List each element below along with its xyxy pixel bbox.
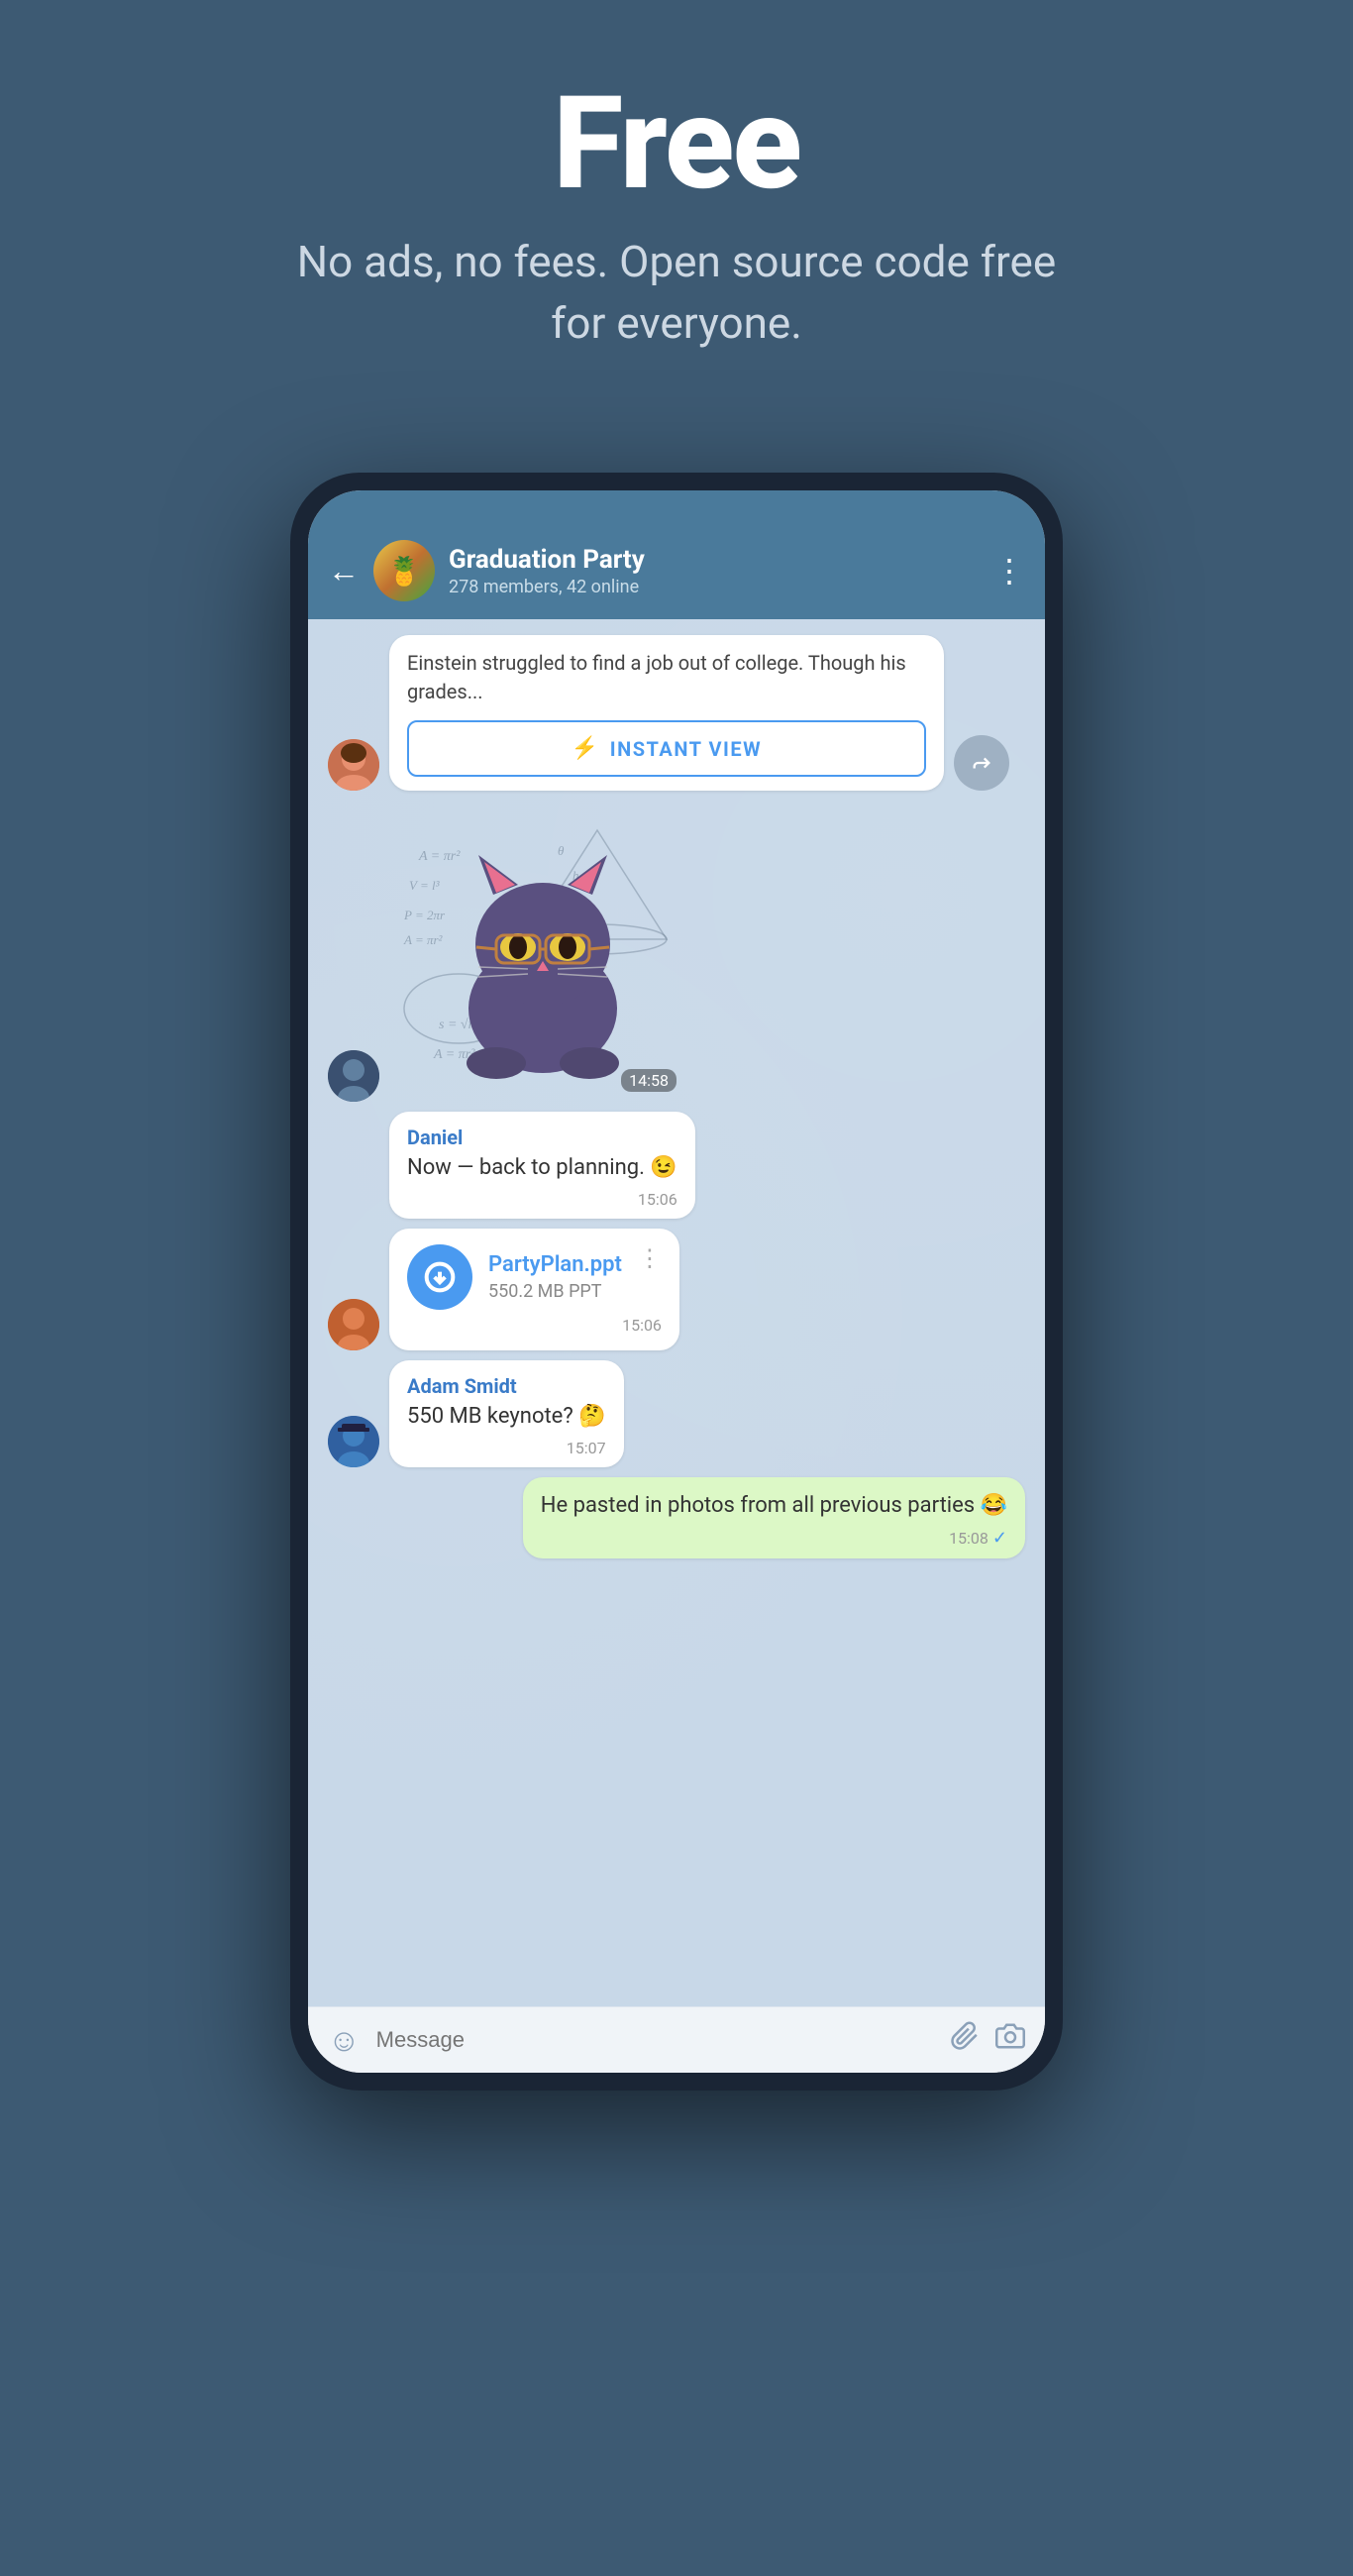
message-bubble: Daniel Now — back to planning. 😉 15:06 [389, 1112, 695, 1219]
file-size: 550.2 MB PPT [488, 1281, 622, 1302]
file-time: 15:06 [407, 1316, 662, 1335]
phone-screen: ← 🍍 Graduation Party 278 members, 42 onl… [308, 490, 1045, 2073]
svg-text:θ: θ [558, 843, 565, 858]
message-time: 15:06 [407, 1190, 677, 1209]
message-text: He pasted in photos from all previous pa… [541, 1491, 1007, 1522]
file-info: PartyPlan.ppt 550.2 MB PPT [488, 1252, 622, 1302]
sticker-container: A = πr² V = l³ P = 2πr A = πr² θ h s [389, 801, 686, 1102]
message-text: 550 MB keynote? 🤔 [407, 1402, 606, 1433]
message-time: 15:08 ✓ [541, 1528, 1007, 1549]
sticker-time: 14:58 [621, 1069, 676, 1092]
hero-title: Free [553, 79, 800, 208]
avatar [328, 1050, 379, 1102]
chat-menu-button[interactable]: ⋮ [993, 552, 1025, 590]
table-row: Einstein struggled to find a job out of … [328, 635, 1025, 791]
share-button[interactable] [954, 735, 1009, 791]
svg-text:A = πr²: A = πr² [418, 849, 461, 864]
phone-outer-frame: ← 🍍 Graduation Party 278 members, 42 onl… [290, 473, 1063, 2091]
group-status: 278 members, 42 online [449, 577, 980, 597]
attachment-button[interactable] [950, 2021, 980, 2059]
read-receipt-icon: ✓ [992, 1528, 1007, 1549]
avatar [328, 1299, 379, 1350]
link-text: Einstein struggled to find a job out of … [407, 649, 926, 706]
group-name: Graduation Party [449, 545, 980, 575]
message-sender: Daniel [407, 1126, 677, 1149]
camera-button[interactable] [995, 2021, 1025, 2059]
file-bubble: PartyPlan.ppt 550.2 MB PPT ⋮ 15:06 [389, 1229, 679, 1350]
instant-view-label: INSTANT VIEW [610, 737, 762, 761]
avatar [328, 739, 379, 791]
svg-text:V = l³: V = l³ [409, 878, 441, 893]
avatar [328, 1416, 379, 1467]
link-preview-bubble: Einstein struggled to find a job out of … [389, 635, 944, 791]
message-bubble: Adam Smidt 550 MB keynote? 🤔 15:07 [389, 1360, 624, 1467]
sticker-image: A = πr² V = l³ P = 2πr A = πr² θ h s [389, 801, 686, 1098]
message-text: Now — back to planning. 😉 [407, 1153, 677, 1184]
chat-header: ← 🍍 Graduation Party 278 members, 42 onl… [308, 526, 1045, 619]
file-download-button[interactable] [407, 1244, 472, 1310]
hero-section: Free No ads, no fees. Open source code f… [0, 0, 1353, 413]
bolt-icon: ⚡ [572, 736, 600, 761]
message-input-bar: ☺ [308, 2006, 1045, 2073]
group-info: Graduation Party 278 members, 42 online [449, 545, 980, 597]
file-menu-button[interactable]: ⋮ [638, 1244, 662, 1272]
svg-text:P = 2πr: P = 2πr [403, 908, 446, 922]
phone-mockup: ← 🍍 Graduation Party 278 members, 42 onl… [290, 473, 1063, 2091]
back-button[interactable]: ← [328, 555, 360, 587]
table-row: He pasted in photos from all previous pa… [328, 1477, 1025, 1558]
instant-view-button[interactable]: ⚡ INSTANT VIEW [407, 720, 926, 777]
table-row: A = πr² V = l³ P = 2πr A = πr² θ h s [328, 801, 1025, 1102]
svg-text:A = πr²: A = πr² [403, 932, 444, 947]
table-row: PartyPlan.ppt 550.2 MB PPT ⋮ 15:06 [328, 1229, 1025, 1350]
hero-subtitle: No ads, no fees. Open source code free f… [290, 232, 1063, 354]
message-sender: Adam Smidt [407, 1374, 606, 1398]
status-bar [308, 490, 1045, 526]
table-row: Adam Smidt 550 MB keynote? 🤔 15:07 [328, 1360, 1025, 1467]
message-time: 15:07 [407, 1439, 606, 1457]
chat-area: Einstein struggled to find a job out of … [308, 619, 1045, 2006]
message-input[interactable] [376, 2027, 934, 2053]
table-row: Daniel Now — back to planning. 😉 15:06 [328, 1112, 1025, 1219]
outgoing-message-bubble: He pasted in photos from all previous pa… [523, 1477, 1025, 1558]
emoji-button[interactable]: ☺ [328, 2021, 361, 2059]
group-avatar: 🍍 [373, 540, 435, 601]
file-name: PartyPlan.ppt [488, 1252, 622, 1277]
